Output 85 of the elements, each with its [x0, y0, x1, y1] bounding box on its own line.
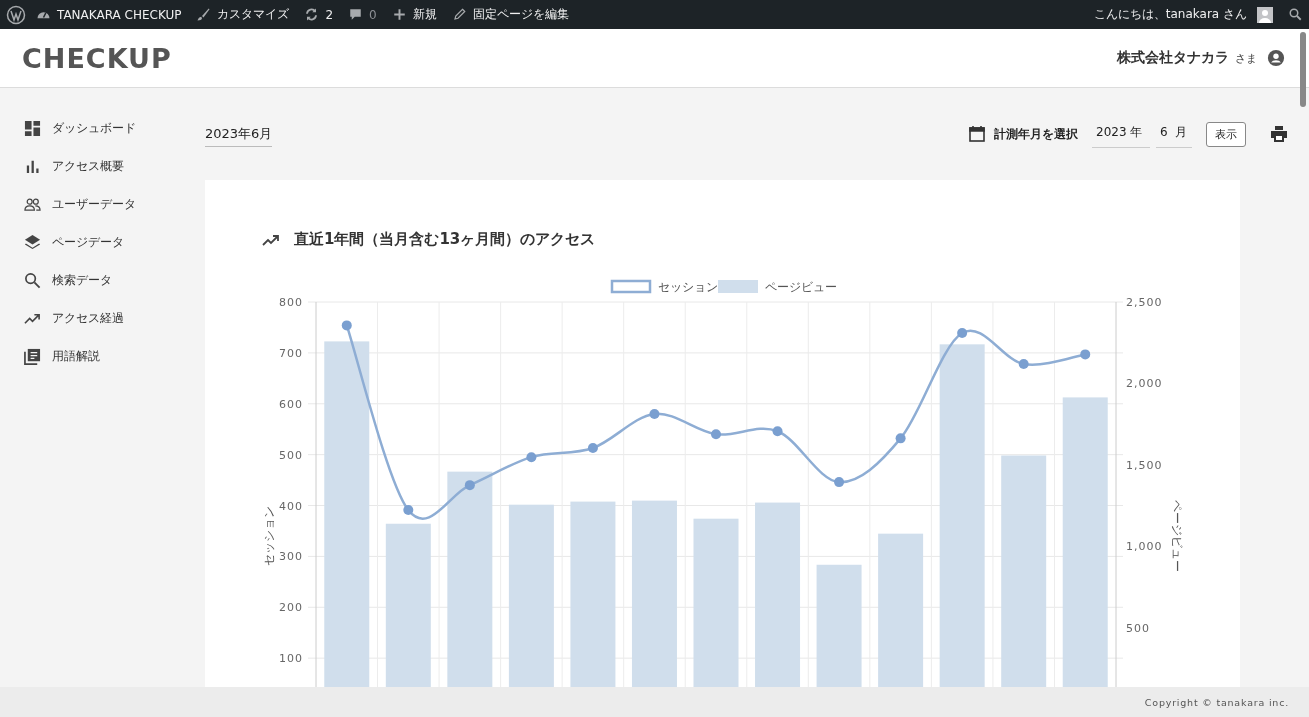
refresh-icon [304, 7, 320, 22]
site-name-link[interactable]: TANAKARA CHECKUP [36, 7, 182, 22]
sidebar-item[interactable]: ページデータ [0, 223, 185, 261]
dashboard-grid-icon [24, 119, 41, 137]
avatar-icon [1257, 6, 1273, 23]
y2-axis-tick-label: 2,000 [1126, 377, 1163, 391]
pageview-bar[interactable] [755, 502, 801, 687]
wordpress-logo-icon[interactable] [6, 4, 26, 25]
session-point[interactable] [957, 328, 968, 339]
session-point[interactable] [403, 505, 414, 516]
year-select[interactable]: 2023 年 [1092, 120, 1150, 148]
checkup-logo[interactable]: CHECKUP [22, 42, 172, 74]
legend-label[interactable]: ページビュー [765, 280, 837, 294]
y-axis-tick-label: 100 [279, 652, 303, 666]
session-point[interactable] [526, 452, 537, 463]
sidebar-item[interactable]: ユーザーデータ [0, 185, 185, 223]
legend-swatch[interactable] [610, 279, 652, 294]
calendar-icon [968, 125, 986, 143]
scrollbar-thumb[interactable] [1300, 32, 1306, 107]
y2-axis-tick-label: 1,500 [1126, 458, 1163, 472]
sidebar-item[interactable]: アクセス経過 [0, 299, 185, 337]
speech-bubble-icon [348, 7, 364, 22]
sidebar-item[interactable]: アクセス概要 [0, 147, 185, 185]
book-icon [24, 347, 41, 365]
edit-page-link[interactable]: 固定ページを編集 [451, 6, 569, 23]
session-point[interactable] [464, 480, 475, 491]
session-point[interactable] [1018, 359, 1029, 370]
pageview-bar[interactable] [324, 341, 370, 687]
comments-link[interactable]: 0 [348, 7, 377, 22]
legend-swatch[interactable] [718, 280, 758, 293]
greeting-link[interactable]: こんにちは、tanakara さん [1093, 6, 1273, 23]
session-point[interactable] [341, 320, 352, 331]
account-icon[interactable] [1267, 49, 1285, 67]
sidebar-item[interactable]: 検索データ [0, 261, 185, 299]
print-icon[interactable] [1270, 125, 1288, 143]
y-axis-tick-label: 400 [279, 499, 303, 513]
month-select[interactable]: 6 月 [1156, 120, 1192, 148]
y-axis-tick-label: 200 [279, 601, 303, 615]
session-point[interactable] [587, 443, 598, 453]
pageview-bar[interactable] [878, 533, 924, 687]
session-point[interactable] [711, 429, 721, 440]
pageview-bar[interactable] [816, 564, 862, 687]
pageview-bar[interactable] [939, 344, 985, 687]
pageview-bar[interactable] [508, 504, 554, 687]
y-axis-tick-label: 800 [279, 296, 303, 309]
session-point[interactable] [1080, 349, 1091, 360]
y-axis-tick-label: 300 [279, 550, 303, 564]
y-axis-tick-label: 500 [279, 448, 303, 462]
plus-icon [391, 7, 407, 22]
y2-axis-tick-label: 1,000 [1126, 540, 1163, 554]
search-icon[interactable] [1288, 7, 1303, 22]
search-icon [24, 271, 41, 289]
y2-axis-tick-label: 2,500 [1126, 296, 1163, 309]
y-axis-tick-label: 600 [279, 397, 303, 411]
legend-label[interactable]: セッション [658, 280, 718, 294]
y2-axis-tick-label: 500 [1126, 621, 1150, 635]
session-point[interactable] [772, 426, 783, 437]
y-axis-tick-label: 700 [279, 346, 303, 360]
chart-title: 直近1年間（当月含む13ヶ月間）のアクセス [294, 230, 596, 249]
session-point[interactable] [834, 477, 845, 488]
pageview-bar[interactable] [631, 500, 677, 687]
sidebar-item[interactable]: ダッシュボード [0, 109, 185, 147]
y-axis-title: セッション [262, 505, 276, 566]
pageview-bar[interactable] [385, 523, 431, 687]
pageview-bar[interactable] [693, 518, 739, 687]
y2-axis-title: ページビュー [1170, 499, 1184, 572]
session-point[interactable] [895, 433, 906, 444]
layers-icon [24, 233, 41, 251]
pageview-bar[interactable] [1062, 397, 1108, 687]
sidebar-item[interactable]: 用語解説 [0, 337, 185, 375]
brush-icon [196, 7, 212, 22]
company-name: 株式会社タナカラ [1117, 49, 1229, 67]
month-picker-label: 計測年月を選択 [994, 126, 1078, 142]
pageview-bar[interactable] [447, 471, 493, 687]
show-button[interactable]: 表示 [1206, 121, 1246, 147]
pencil-icon [451, 7, 467, 22]
pageview-bar[interactable] [570, 501, 616, 687]
honorific-text: さま [1235, 50, 1257, 66]
copyright-text: Copyright © tanakara inc. [1144, 696, 1289, 708]
customize-link[interactable]: カスタマイズ [196, 6, 290, 23]
session-point[interactable] [649, 408, 660, 419]
new-link[interactable]: 新規 [391, 6, 437, 23]
updates-link[interactable]: 2 [304, 7, 334, 22]
pageview-bar[interactable] [1001, 455, 1047, 687]
period-label: 2023年6月 [205, 125, 273, 147]
